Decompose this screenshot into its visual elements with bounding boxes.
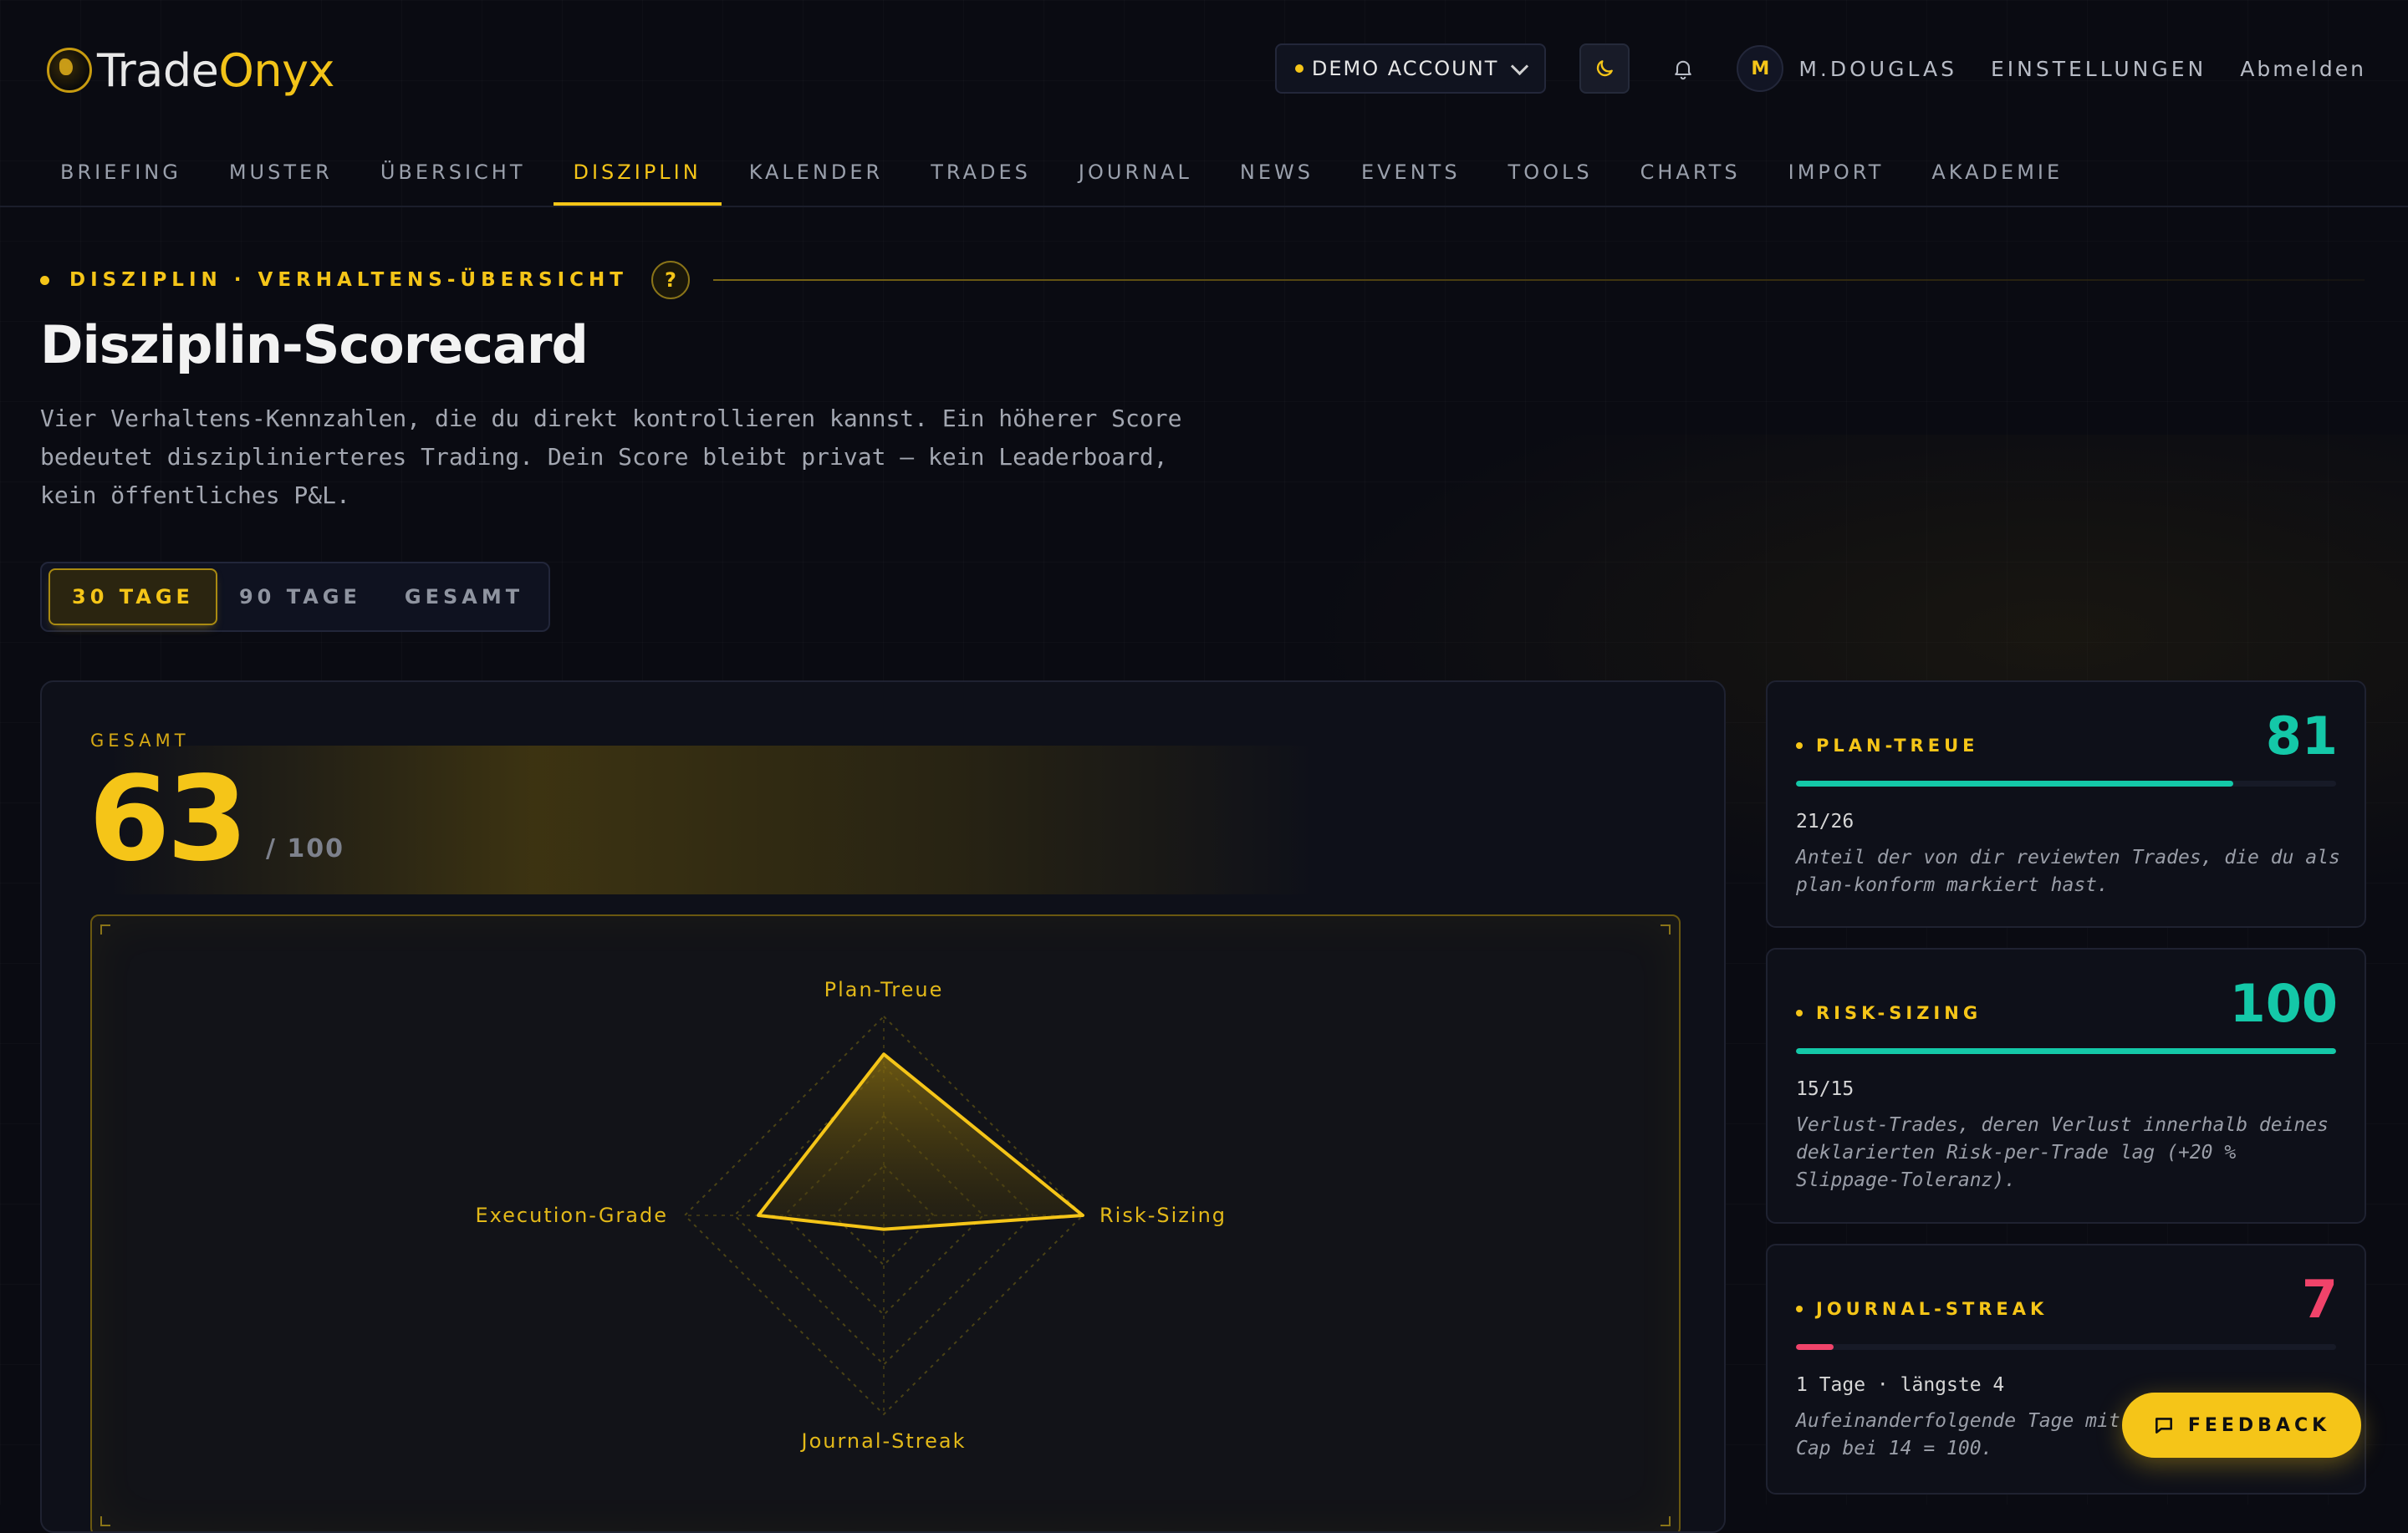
metric-dot [1796,742,1803,749]
metric-detail: 1 Tage · längste 4 [1796,1374,2005,1396]
page-description: Vier Verhaltens-Kennzahlen, die du direk… [40,405,1182,509]
nav-item-briefing[interactable]: BRIEFING [40,139,202,206]
chat-bubble-icon [2155,1418,2172,1434]
radar-chart-panel: Plan-Treue Risk-Sizing Journal-Streak Ex… [90,914,1681,1531]
range-30-days-button[interactable]: 30 TAGE [48,568,217,625]
radar-label-journal-streak: Journal-Streak [799,1429,966,1453]
brand-name: TradeOnyx [97,44,334,97]
brand-name-part2: Onyx [218,43,334,97]
metric-label: RISK-SIZING [1796,1003,1982,1023]
metric-progress-fill [1796,1344,1834,1350]
bell-icon [1675,60,1692,80]
metric-progress-fill [1796,781,2234,787]
header-actions: DEMO ACCOUNT M M.DOUGLAS EINSTELLUNGEN A… [1274,43,2366,94]
metric-value: 100 [2229,973,2338,1034]
brand-name-part1: Trade [97,43,219,97]
page-title: Disziplin-Scorecard [40,314,589,375]
metric-detail: 15/15 [1796,1078,1854,1100]
metric-card-risk-sizing: RISK-SIZING 100 15/15 Verlust-Trades, de… [1766,948,2366,1224]
account-status-dot [1294,64,1303,73]
account-switcher[interactable]: DEMO ACCOUNT [1274,43,1547,94]
settings-link[interactable]: EINSTELLUNGEN [1991,57,2206,81]
eyebrow-dot [40,275,49,285]
metric-description: Verlust-Trades, deren Verlust innerhalb … [1796,1114,2329,1191]
nav-item-tools[interactable]: TOOLS [1488,139,1613,206]
range-90-days-button[interactable]: 90 TAGE [217,570,383,624]
score-highlight-band [109,746,1530,894]
range-all-button[interactable]: GESAMT [383,570,545,624]
brand-logo[interactable]: TradeOnyx [47,40,334,100]
top-header: TradeOnyx DEMO ACCOUNT M M.DOUGLAS EINST… [0,0,2408,139]
moon-icon [1597,60,1614,77]
metric-label-text: PLAN-TREUE [1816,736,1979,756]
theme-toggle-button[interactable] [1579,43,1630,94]
metric-progress-fill [1796,1048,2336,1054]
metric-detail: 21/26 [1796,811,1854,833]
nav-item-charts[interactable]: CHARTS [1620,139,1761,206]
nav-item-akademie[interactable]: AKADEMIE [1911,139,2083,206]
logo-mark-icon [47,48,92,93]
total-score-label: GESAMT [90,731,190,751]
time-range-selector: 30 TAGE 90 TAGE GESAMT [40,562,550,632]
nav-item-kalender[interactable]: KALENDER [729,139,904,206]
nav-item-news[interactable]: NEWS [1220,139,1334,206]
metric-card-plan-treue: PLAN-TREUE 81 21/26 Anteil der von dir r… [1766,680,2366,928]
radar-label-plan-treue: Plan-Treue [824,978,944,1001]
metric-description: Anteil der von dir reviewten Trades, die… [1796,847,2340,896]
nav-item-journal[interactable]: JOURNAL [1059,139,1212,206]
metric-dot [1796,1306,1803,1312]
nav-item-import[interactable]: IMPORT [1768,139,1905,206]
logout-link[interactable]: Abmelden [2240,57,2366,81]
notifications-button[interactable] [1660,45,1707,92]
nav-item-uebersicht[interactable]: ÜBERSICHT [360,139,546,206]
account-label: DEMO ACCOUNT [1311,57,1499,80]
eyebrow-divider [712,279,2365,281]
section-eyebrow: DISZIPLIN · VERHALTENS-ÜBERSICHT ? [40,261,2365,299]
metric-progress-track [1796,1344,2336,1350]
total-score-value: 63 [89,751,248,888]
nav-item-events[interactable]: EVENTS [1341,139,1481,206]
metric-label: JOURNAL-STREAK [1796,1299,2048,1319]
total-score-max: / 100 [266,834,345,863]
metric-dot [1796,1010,1803,1016]
metric-label-text: JOURNAL-STREAK [1816,1299,2048,1319]
metric-label-text: RISK-SIZING [1816,1003,1982,1023]
radar-chart: Plan-Treue Risk-Sizing Journal-Streak Ex… [476,978,1227,1453]
nav-item-muster[interactable]: MUSTER [209,139,353,206]
radar-label-risk-sizing: Risk-Sizing [1099,1204,1227,1227]
nav-divider [0,206,2408,207]
metric-progress-track [1796,781,2336,787]
avatar[interactable]: M [1737,45,1784,92]
feedback-label: FEEDBACK [2187,1414,2331,1436]
metric-label: PLAN-TREUE [1796,736,1978,756]
username-link[interactable]: M.DOUGLAS [1798,57,1957,81]
score-overview-card: GESAMT 63 / 100 Plan-Treue Risk-Sizing J… [40,680,1726,1533]
help-button[interactable]: ? [650,261,690,299]
feedback-button[interactable]: FEEDBACK [2122,1393,2361,1458]
chevron-down-icon [1511,57,1529,75]
main-nav: BRIEFING MUSTER ÜBERSICHT DISZIPLIN KALE… [40,139,2090,206]
metric-value: 81 [2265,705,2338,766]
eyebrow-text: DISZIPLIN · VERHALTENS-ÜBERSICHT [69,269,628,291]
nav-item-trades[interactable]: TRADES [911,139,1051,206]
radar-label-execution-grade: Execution-Grade [476,1204,668,1227]
metric-value: 7 [2301,1269,2338,1330]
metric-progress-track [1796,1048,2336,1054]
nav-item-disziplin[interactable]: DISZIPLIN [553,139,722,206]
